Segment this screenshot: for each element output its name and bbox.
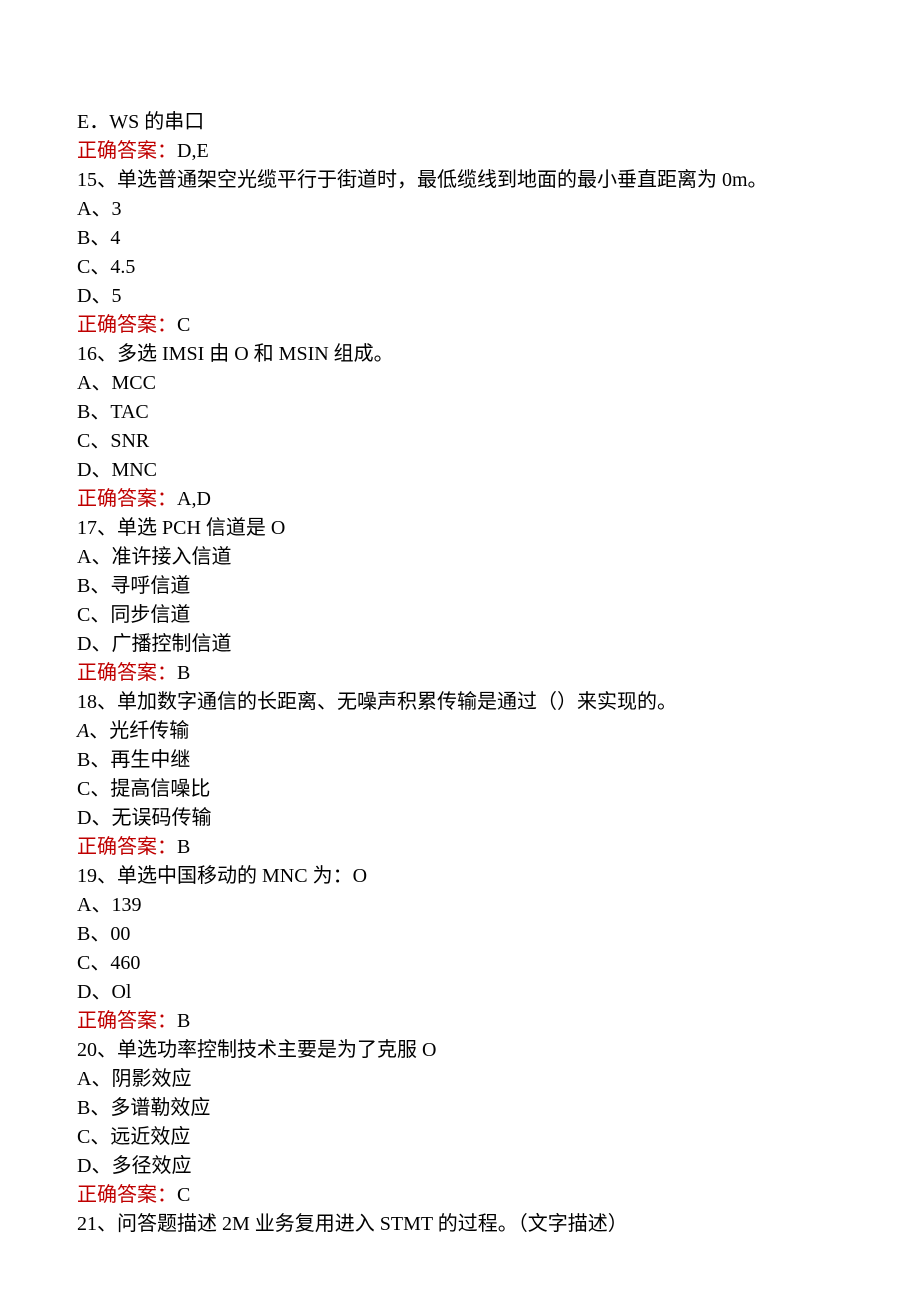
option-text: D、广播控制信道 [77,630,843,659]
answer-value: B [177,1010,190,1032]
option-text: E．WS 的串口 [77,108,843,137]
option-text: C、460 [77,949,843,978]
option-text: A、3 [77,195,843,224]
answer-line: 正确答案：C [77,311,843,340]
question-text: 21、问答题描述 2M 业务复用进入 STMT 的过程。（文字描述） [77,1210,843,1239]
question-text: 17、单选 PCH 信道是 O [77,514,843,543]
option-text: D、Ol [77,978,843,1007]
answer-value: C [177,314,190,336]
option-text: C、提高信噪比 [77,775,843,804]
option-rest: 、光纤传输 [89,720,189,742]
answer-line: 正确答案：B [77,1007,843,1036]
question-text: 18、单加数字通信的长距离、无噪声积累传输是通过（）来实现的。 [77,688,843,717]
answer-value: A,D [177,488,211,510]
option-text: C、同步信道 [77,601,843,630]
option-text: B、再生中继 [77,746,843,775]
option-text: B、00 [77,920,843,949]
answer-label: 正确答案： [77,662,177,684]
answer-line: 正确答案：B [77,833,843,862]
option-text: B、4 [77,224,843,253]
answer-line: 正确答案：A,D [77,485,843,514]
option-text: C、4.5 [77,253,843,282]
answer-value: B [177,662,190,684]
answer-label: 正确答案： [77,1184,177,1206]
option-text: B、TAC [77,398,843,427]
question-text: 15、单选普通架空光缆平行于街道时，最低缆线到地面的最小垂直距离为 0m。 [77,166,843,195]
option-text: A、光纤传输 [77,717,843,746]
answer-value: D,E [177,140,209,162]
answer-value: C [177,1184,190,1206]
option-text: D、多径效应 [77,1152,843,1181]
option-text: C、远近效应 [77,1123,843,1152]
answer-label: 正确答案： [77,314,177,336]
question-text: 20、单选功率控制技术主要是为了克服 O [77,1036,843,1065]
option-text: D、无误码传输 [77,804,843,833]
option-text: D、5 [77,282,843,311]
answer-value: B [177,836,190,858]
option-text: A、准许接入信道 [77,543,843,572]
answer-label: 正确答案： [77,1010,177,1032]
option-letter-italic: A [77,720,89,742]
answer-line: 正确答案：D,E [77,137,843,166]
answer-label: 正确答案： [77,488,177,510]
option-text: D、MNC [77,456,843,485]
option-text: C、SNR [77,427,843,456]
answer-label: 正确答案： [77,140,177,162]
option-text: B、寻呼信道 [77,572,843,601]
answer-label: 正确答案： [77,836,177,858]
answer-line: 正确答案：C [77,1181,843,1210]
option-text: A、阴影效应 [77,1065,843,1094]
question-text: 19、单选中国移动的 MNC 为：O [77,862,843,891]
question-text: 16、多选 IMSI 由 O 和 MSIN 组成。 [77,340,843,369]
option-text: B、多谱勒效应 [77,1094,843,1123]
answer-line: 正确答案：B [77,659,843,688]
option-text: A、MCC [77,369,843,398]
option-text: A、139 [77,891,843,920]
